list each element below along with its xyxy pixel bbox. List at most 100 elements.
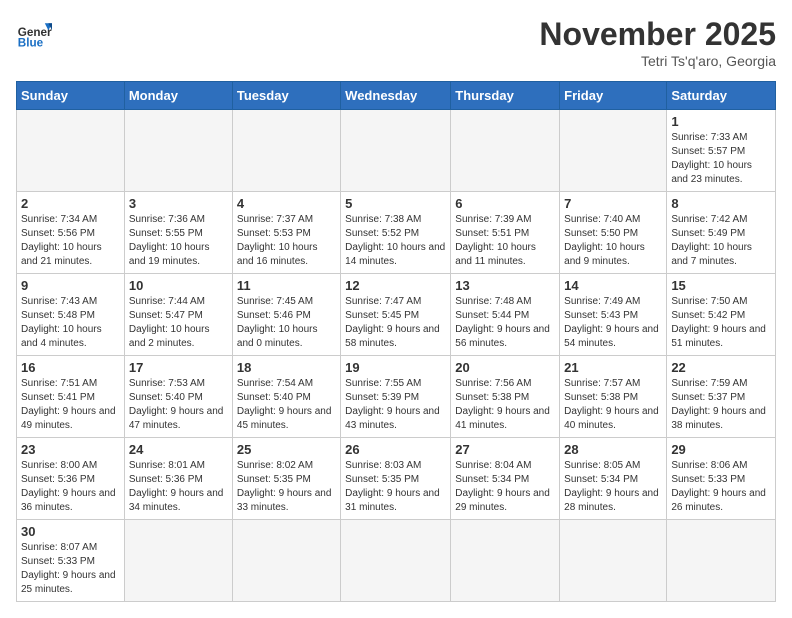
day-number: 24 xyxy=(129,442,228,457)
day-info: Sunrise: 7:55 AM Sunset: 5:39 PM Dayligh… xyxy=(345,377,446,433)
weekday-header-saturday: Saturday xyxy=(667,82,776,110)
day-number: 29 xyxy=(671,442,771,457)
day-number: 20 xyxy=(455,360,555,375)
calendar-table: SundayMondayTuesdayWednesdayThursdayFrid… xyxy=(16,81,776,602)
day-info: Sunrise: 8:02 AM Sunset: 5:35 PM Dayligh… xyxy=(237,459,336,515)
calendar-cell: 8Sunrise: 7:42 AM Sunset: 5:49 PM Daylig… xyxy=(667,192,776,274)
month-title: November 2025 xyxy=(539,16,776,53)
day-number: 5 xyxy=(345,196,446,211)
calendar-cell: 7Sunrise: 7:40 AM Sunset: 5:50 PM Daylig… xyxy=(560,192,667,274)
day-info: Sunrise: 8:00 AM Sunset: 5:36 PM Dayligh… xyxy=(21,459,120,515)
calendar-cell: 21Sunrise: 7:57 AM Sunset: 5:38 PM Dayli… xyxy=(560,356,667,438)
day-info: Sunrise: 7:54 AM Sunset: 5:40 PM Dayligh… xyxy=(237,377,336,433)
day-number: 28 xyxy=(564,442,662,457)
day-info: Sunrise: 8:05 AM Sunset: 5:34 PM Dayligh… xyxy=(564,459,662,515)
day-info: Sunrise: 7:47 AM Sunset: 5:45 PM Dayligh… xyxy=(345,295,446,351)
calendar-cell xyxy=(341,110,451,192)
calendar-cell: 17Sunrise: 7:53 AM Sunset: 5:40 PM Dayli… xyxy=(124,356,232,438)
calendar-cell: 16 Sunrise: 7:51 AM Sunset: 5:41 PM Dayli… xyxy=(17,356,125,438)
calendar-cell: 4Sunrise: 7:37 AM Sunset: 5:53 PM Daylig… xyxy=(232,192,340,274)
day-number: 11 xyxy=(237,278,336,293)
calendar-cell: 1 Sunrise: 7:33 AM Sunset: 5:57 PM Daylig… xyxy=(667,110,776,192)
calendar-cell: 28 Sunrise: 8:05 AM Sunset: 5:34 PM Dayli… xyxy=(560,438,667,520)
calendar-week-5: 23 Sunrise: 8:00 AM Sunset: 5:36 PM Dayli… xyxy=(17,438,776,520)
day-number: 26 xyxy=(345,442,446,457)
calendar-cell: 12 Sunrise: 7:47 AM Sunset: 5:45 PM Dayli… xyxy=(341,274,451,356)
calendar-cell xyxy=(124,520,232,602)
title-block: November 2025 Tetri Ts'q'aro, Georgia xyxy=(539,16,776,69)
day-info: Sunrise: 7:45 AM Sunset: 5:46 PM Dayligh… xyxy=(237,295,336,351)
calendar-week-1: 1 Sunrise: 7:33 AM Sunset: 5:57 PM Daylig… xyxy=(17,110,776,192)
day-number: 14 xyxy=(564,278,662,293)
logo: General Blue xyxy=(16,16,52,52)
day-number: 10 xyxy=(129,278,228,293)
day-number: 12 xyxy=(345,278,446,293)
day-info: Sunrise: 7:56 AM Sunset: 5:38 PM Dayligh… xyxy=(455,377,555,433)
calendar-cell: 23 Sunrise: 8:00 AM Sunset: 5:36 PM Dayli… xyxy=(17,438,125,520)
calendar-cell: 5Sunrise: 7:38 AM Sunset: 5:52 PM Daylig… xyxy=(341,192,451,274)
calendar-cell: 25 Sunrise: 8:02 AM Sunset: 5:35 PM Dayli… xyxy=(232,438,340,520)
day-info: Sunrise: 7:34 AM Sunset: 5:56 PM Dayligh… xyxy=(21,213,120,269)
day-info: Sunrise: 7:49 AM Sunset: 5:43 PM Dayligh… xyxy=(564,295,662,351)
calendar-week-3: 9Sunrise: 7:43 AM Sunset: 5:48 PM Daylig… xyxy=(17,274,776,356)
day-info: Sunrise: 8:01 AM Sunset: 5:36 PM Dayligh… xyxy=(129,459,228,515)
day-info: Sunrise: 7:39 AM Sunset: 5:51 PM Dayligh… xyxy=(455,213,555,269)
day-number: 9 xyxy=(21,278,120,293)
calendar-week-2: 2Sunrise: 7:34 AM Sunset: 5:56 PM Daylig… xyxy=(17,192,776,274)
day-number: 13 xyxy=(455,278,555,293)
day-info: Sunrise: 8:07 AM Sunset: 5:33 PM Dayligh… xyxy=(21,541,120,597)
day-number: 22 xyxy=(671,360,771,375)
calendar-cell xyxy=(560,110,667,192)
day-info: Sunrise: 8:04 AM Sunset: 5:34 PM Dayligh… xyxy=(455,459,555,515)
calendar-cell: 24 Sunrise: 8:01 AM Sunset: 5:36 PM Dayli… xyxy=(124,438,232,520)
day-info: Sunrise: 7:48 AM Sunset: 5:44 PM Dayligh… xyxy=(455,295,555,351)
calendar-cell: 30Sunrise: 8:07 AM Sunset: 5:33 PM Dayli… xyxy=(17,520,125,602)
day-info: Sunrise: 7:59 AM Sunset: 5:37 PM Dayligh… xyxy=(671,377,771,433)
logo-icon: General Blue xyxy=(16,16,52,52)
calendar-cell xyxy=(560,520,667,602)
calendar-cell: 22 Sunrise: 7:59 AM Sunset: 5:37 PM Dayli… xyxy=(667,356,776,438)
day-number: 1 xyxy=(671,114,771,129)
calendar-week-6: 30Sunrise: 8:07 AM Sunset: 5:33 PM Dayli… xyxy=(17,520,776,602)
day-info: Sunrise: 7:57 AM Sunset: 5:38 PM Dayligh… xyxy=(564,377,662,433)
day-info: Sunrise: 7:40 AM Sunset: 5:50 PM Dayligh… xyxy=(564,213,662,269)
day-number: 16 xyxy=(21,360,120,375)
calendar-cell: 18 Sunrise: 7:54 AM Sunset: 5:40 PM Dayli… xyxy=(232,356,340,438)
weekday-header-row: SundayMondayTuesdayWednesdayThursdayFrid… xyxy=(17,82,776,110)
calendar-cell: 19 Sunrise: 7:55 AM Sunset: 5:39 PM Dayli… xyxy=(341,356,451,438)
day-info: Sunrise: 7:53 AM Sunset: 5:40 PM Dayligh… xyxy=(129,377,228,433)
calendar-cell: 27 Sunrise: 8:04 AM Sunset: 5:34 PM Dayli… xyxy=(451,438,560,520)
calendar-week-4: 16 Sunrise: 7:51 AM Sunset: 5:41 PM Dayli… xyxy=(17,356,776,438)
day-number: 27 xyxy=(455,442,555,457)
day-number: 19 xyxy=(345,360,446,375)
day-number: 25 xyxy=(237,442,336,457)
weekday-header-thursday: Thursday xyxy=(451,82,560,110)
day-number: 23 xyxy=(21,442,120,457)
svg-text:Blue: Blue xyxy=(18,37,44,50)
calendar-cell: 26 Sunrise: 8:03 AM Sunset: 5:35 PM Dayli… xyxy=(341,438,451,520)
calendar-cell xyxy=(451,520,560,602)
calendar-cell: 6Sunrise: 7:39 AM Sunset: 5:51 PM Daylig… xyxy=(451,192,560,274)
day-info: Sunrise: 7:44 AM Sunset: 5:47 PM Dayligh… xyxy=(129,295,228,351)
page-header: General Blue November 2025 Tetri Ts'q'ar… xyxy=(16,16,776,69)
day-info: Sunrise: 7:33 AM Sunset: 5:57 PM Dayligh… xyxy=(671,131,771,187)
day-number: 3 xyxy=(129,196,228,211)
day-number: 4 xyxy=(237,196,336,211)
calendar-cell: 11 Sunrise: 7:45 AM Sunset: 5:46 PM Dayli… xyxy=(232,274,340,356)
day-info: Sunrise: 8:06 AM Sunset: 5:33 PM Dayligh… xyxy=(671,459,771,515)
day-info: Sunrise: 7:42 AM Sunset: 5:49 PM Dayligh… xyxy=(671,213,771,269)
weekday-header-friday: Friday xyxy=(560,82,667,110)
day-number: 18 xyxy=(237,360,336,375)
calendar-cell: 10 Sunrise: 7:44 AM Sunset: 5:47 PM Dayli… xyxy=(124,274,232,356)
day-number: 15 xyxy=(671,278,771,293)
calendar-cell xyxy=(341,520,451,602)
calendar-cell xyxy=(667,520,776,602)
weekday-header-monday: Monday xyxy=(124,82,232,110)
weekday-header-tuesday: Tuesday xyxy=(232,82,340,110)
calendar-cell: 20 Sunrise: 7:56 AM Sunset: 5:38 PM Dayli… xyxy=(451,356,560,438)
calendar-cell xyxy=(232,110,340,192)
day-info: Sunrise: 7:51 AM Sunset: 5:41 PM Dayligh… xyxy=(21,377,120,433)
calendar-cell: 13 Sunrise: 7:48 AM Sunset: 5:44 PM Dayli… xyxy=(451,274,560,356)
calendar-cell: 3Sunrise: 7:36 AM Sunset: 5:55 PM Daylig… xyxy=(124,192,232,274)
day-info: Sunrise: 8:03 AM Sunset: 5:35 PM Dayligh… xyxy=(345,459,446,515)
